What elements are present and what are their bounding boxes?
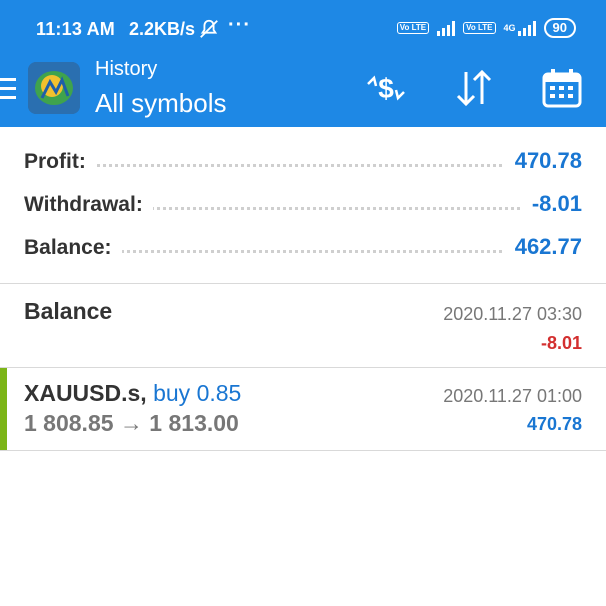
dotted-leader [24, 164, 582, 167]
metatrader-logo-icon [28, 62, 80, 114]
signal-icon-2 [517, 20, 536, 36]
deal-symbol-line: XAUUSD.s, buy 0.85 [24, 380, 241, 407]
battery-icon: 90 [543, 18, 576, 38]
deal-amount: 470.78 [526, 414, 582, 434]
history-summary: Profit: 470.78 Withdrawal: -8.01 Balance… [0, 140, 606, 269]
deal-type: Balance [24, 298, 113, 324]
withdrawal-value: -8.01 [521, 191, 582, 217]
menu-icon[interactable] [0, 78, 16, 100]
app-bar: 11:13 AM 2.2KB/s ··· Vo LTE Vo LTE 4G 90… [0, 0, 606, 127]
sort-icon[interactable] [452, 66, 496, 110]
balance-label: Balance: [24, 236, 122, 260]
status-more-icon: ··· [228, 14, 251, 36]
deal-prices: 1 808.85 → 1 813.00 [24, 410, 239, 436]
page-title[interactable]: All symbols [95, 88, 226, 119]
volte-icon: Vo LTE [396, 22, 430, 34]
summary-row-profit: Profit: 470.78 [0, 140, 606, 183]
deal-symbol: XAUUSD.s, [24, 380, 147, 406]
divider [0, 450, 606, 451]
profit-value: 470.78 [504, 148, 582, 174]
network-type: 4G [503, 23, 516, 33]
status-net-speed: 2.2KB/s [129, 19, 196, 39]
deal-direction: buy 0.85 [153, 380, 242, 406]
status-bar: 11:13 AM 2.2KB/s ··· Vo LTE Vo LTE 4G 90 [0, 0, 606, 56]
deal-amount: -8.01 [540, 333, 582, 353]
deal-row-balance[interactable]: Balance 2020.11.27 03:30 -8.01 [0, 284, 606, 367]
deal-date: 2020.11.27 03:30 [443, 304, 582, 324]
volte-icon-2: Vo LTE [463, 22, 496, 34]
mute-bell-icon [200, 19, 218, 38]
profit-label: Profit: [24, 150, 96, 174]
signal-icon [437, 20, 456, 36]
deal-row-xauusd[interactable]: XAUUSD.s, buy 0.85 1 808.85 → 1 813.00 2… [0, 368, 606, 450]
withdrawal-label: Withdrawal: [24, 193, 153, 217]
buy-marker [0, 368, 7, 450]
page-subtitle: History [95, 58, 158, 80]
summary-row-balance: Balance: 462.77 [0, 226, 606, 269]
status-icons: Vo LTE Vo LTE 4G 90 [396, 18, 576, 38]
balance-value: 462.77 [504, 234, 582, 260]
currency-exchange-icon[interactable]: $ [364, 66, 408, 110]
status-time: 11:13 AM [36, 19, 115, 39]
summary-row-withdrawal: Withdrawal: -8.01 [0, 183, 606, 226]
deal-date: 2020.11.27 01:00 [443, 386, 582, 406]
svg-text:$: $ [378, 73, 394, 104]
calendar-icon[interactable] [540, 66, 584, 110]
